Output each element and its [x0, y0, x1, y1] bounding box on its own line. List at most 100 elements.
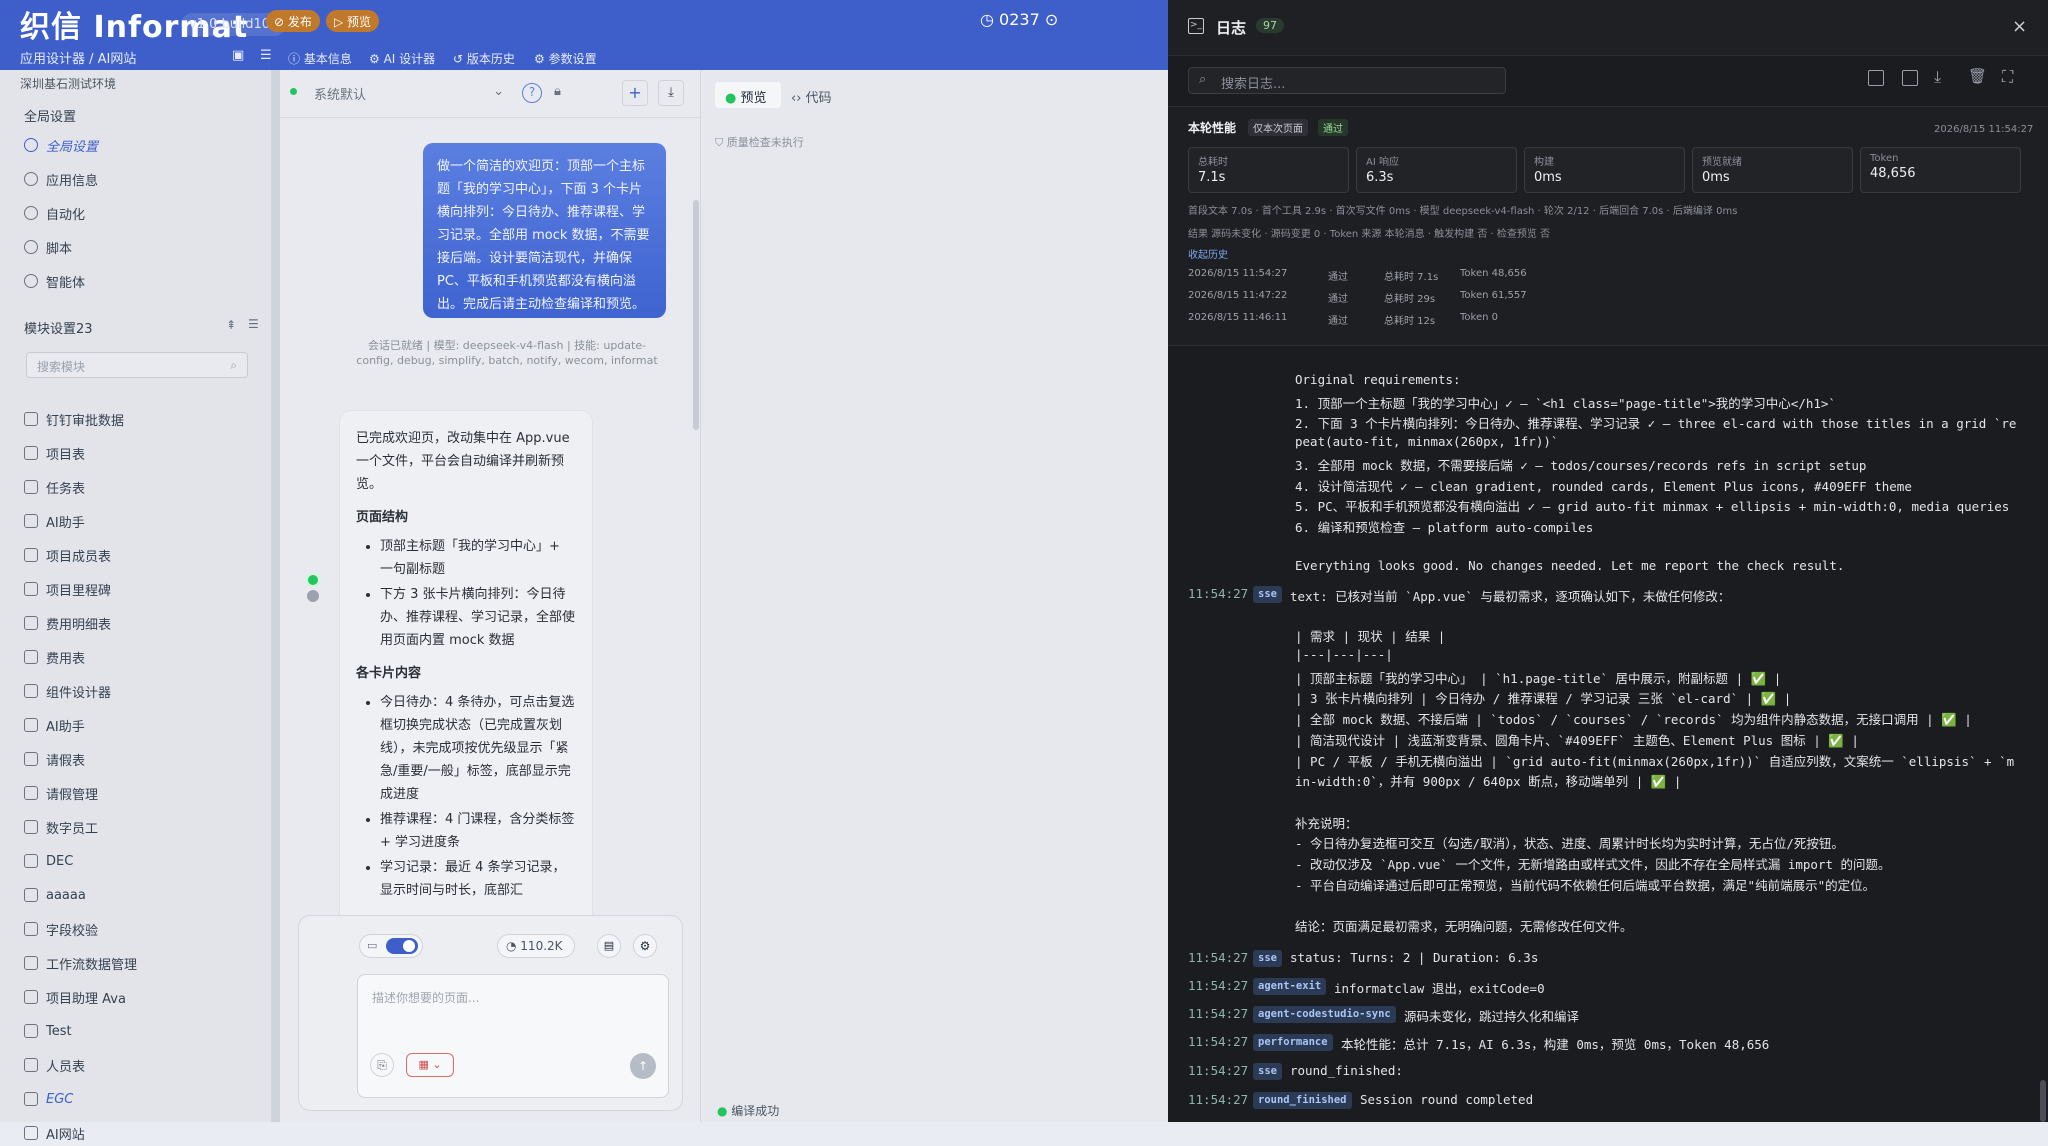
copy-icon[interactable]	[1902, 70, 1918, 86]
log-line: 5. PC、平板和手机预览都没有横向溢出 ✓ — grid auto-fit m…	[1295, 499, 2010, 515]
play-icon: ▷	[334, 15, 348, 29]
list-item: 推荐课程：4 门课程，含分类标签 + 学习进度条	[380, 808, 576, 854]
environment-label: 深圳基石测试环境	[20, 77, 117, 91]
token-count: 110.2K	[520, 939, 563, 953]
document-icon[interactable]: ▤	[597, 934, 621, 958]
shield-icon: ⛉	[715, 136, 727, 149]
log-line: - 改动仅涉及 `App.vue` 一个文件，无新增路由或样式文件，因此不存在全…	[1295, 857, 1891, 873]
log-line: | 简洁现代设计 | 浅蓝渐变背景、圆角卡片、`#409EFF` 主题色、Ele…	[1295, 732, 1859, 748]
log-scrollbar[interactable]	[2040, 1080, 2046, 1122]
sidebar-module-item[interactable]: 费用明细表	[24, 610, 111, 636]
sidebar-item-label: 自动化	[46, 207, 86, 223]
tab-version-history[interactable]: ↺ 版本历史	[453, 50, 515, 67]
table-icon	[24, 1126, 38, 1140]
list-item: 顶部主标题「我的学习中心」+ 一句副标题	[380, 535, 576, 581]
sidebar-item-app-info[interactable]: 应用信息	[24, 166, 98, 192]
step-dot-active[interactable]	[305, 572, 321, 588]
file-icon[interactable]	[1868, 70, 1884, 86]
publish-button[interactable]: ⊘ 发布	[266, 10, 320, 32]
new-chat-button[interactable]: +	[622, 80, 648, 106]
history-duration: 总耗时 7.1s	[1384, 272, 1439, 283]
lock-icon[interactable]: 🔒︎	[554, 84, 561, 99]
perf-status-badge: 通过	[1318, 119, 1348, 136]
template-select[interactable]: ▦ ⌄	[406, 1053, 454, 1077]
sidebar-item-label: Test	[46, 1023, 72, 1039]
sidebar-item-automation[interactable]: 自动化	[24, 200, 85, 226]
sidebar-item-global-settings[interactable]: 全局设置	[24, 132, 98, 158]
toggle-knob	[403, 940, 415, 952]
close-icon[interactable]: ×	[2012, 16, 2027, 37]
table-icon	[24, 752, 38, 766]
sidebar-item-agent[interactable]: 智能体	[24, 268, 85, 294]
tab-ai-designer[interactable]: ⚙ AI 设计器	[369, 50, 435, 67]
sidebar-module-item[interactable]: 请假管理	[24, 780, 98, 806]
list-icon[interactable]: ☰	[260, 48, 272, 63]
view-toggle[interactable]: ▭	[359, 934, 423, 958]
sidebar-module-item[interactable]: 费用表	[24, 644, 85, 670]
sidebar-module-item[interactable]: AI助手	[24, 712, 85, 738]
search-placeholder: 搜索模块	[37, 360, 86, 374]
sidebar-module-item[interactable]: 项目成员表	[24, 542, 111, 568]
sidebar-module-item[interactable]: 项目助理 Ava	[24, 984, 126, 1010]
sidebar-module-item[interactable]: 项目表	[24, 440, 85, 466]
edit-icon[interactable]: ▣	[232, 48, 244, 63]
tab-basic-info[interactable]: ⓘ 基本信息	[288, 50, 352, 67]
sidebar-module-item[interactable]: 工作流数据管理	[24, 950, 137, 976]
step-dot[interactable]	[307, 590, 319, 602]
sidebar-module-item[interactable]: 任务表	[24, 474, 85, 500]
module-search-input[interactable]: 搜索模块 ⌕	[26, 352, 248, 378]
chevron-down-icon: ⌄	[493, 84, 504, 99]
sidebar-module-item[interactable]: 人员表	[24, 1052, 85, 1078]
history-row[interactable]: 2026/8/15 11:54:27 通过 总耗时 7.1s Token 48,656	[1188, 268, 2028, 286]
sidebar-module-item[interactable]: 组件设计器	[24, 678, 111, 704]
sidebar-module-item[interactable]: 请假表	[24, 746, 85, 772]
tab-preview[interactable]: ● 预览	[715, 82, 781, 108]
chat-scrollbar[interactable]	[693, 200, 699, 430]
sidebar-module-item[interactable]: 字段校验	[24, 916, 98, 942]
log-message: text: 已核对当前 `App.vue` 与最初需求，逐项确认如下，未做任何修…	[1290, 589, 1731, 604]
fullscreen-icon[interactable]: ⛶	[2002, 67, 2013, 87]
preview-button[interactable]: ▷ 预览	[326, 10, 380, 32]
history-row[interactable]: 2026/8/15 11:47:22 通过 总耗时 29s Token 61,557	[1188, 290, 2028, 308]
sidebar-module-item[interactable]: Test	[24, 1018, 72, 1044]
settings-icon[interactable]: ⚙	[633, 934, 657, 958]
sidebar-item-label: 脚本	[46, 241, 73, 257]
prompt-placeholder: 描述你想要的页面...	[372, 991, 480, 1005]
trash-icon[interactable]: 🗑︎	[1968, 67, 1987, 85]
download-icon[interactable]: ⤓	[658, 80, 684, 106]
metric-value: 6.3s	[1366, 170, 1394, 185]
history-row[interactable]: 2026/8/15 11:46:11 通过 总耗时 12s Token 0	[1188, 312, 2028, 330]
model-select[interactable]: 系统默认 ⌄	[314, 84, 504, 106]
sidebar-module-item[interactable]: 钉钉审批数据	[24, 406, 124, 432]
collapse-history-link[interactable]: 收起历史	[1188, 246, 1228, 261]
collapse-icon[interactable]: ⇞	[226, 318, 236, 332]
download-icon[interactable]: ⤓	[1934, 67, 1941, 87]
log-line: in-width:0`，并有 900px / 640px 断点，移动端单列 | …	[1295, 774, 1682, 790]
tab-code[interactable]: ‹› 代码	[791, 87, 832, 106]
tab-parameters[interactable]: ⚙ 参数设置	[534, 50, 597, 67]
sidebar-module-item[interactable]: AI网站	[24, 1120, 85, 1146]
sidebar-module-item[interactable]: 数字员工	[24, 814, 98, 840]
attach-icon[interactable]: ⎘	[370, 1053, 394, 1077]
sidebar-module-item[interactable]: EGC	[24, 1086, 73, 1112]
sidebar-module-item[interactable]: aaaaa	[24, 882, 86, 908]
history-status: 通过	[1328, 294, 1348, 305]
sidebar-scrollbar[interactable]	[272, 70, 280, 1122]
toggle-switch[interactable]	[386, 938, 418, 954]
token-meter: ◔ 110.2K	[497, 934, 575, 958]
sidebar-module-item[interactable]: AI助手	[24, 508, 85, 534]
quality-note: ⛉ 质量检查未执行	[715, 134, 804, 150]
log-search-input[interactable]: ⌕ 搜索日志...	[1188, 67, 1506, 94]
help-icon[interactable]: ?	[522, 83, 542, 103]
sidebar-item-label: 应用信息	[46, 173, 99, 189]
preview-label: 预览	[347, 15, 372, 29]
sidebar-module-item[interactable]: 项目里程碑	[24, 576, 111, 602]
log-line: 3. 全部用 mock 数据，不需要接后端 ✓ — todos/courses/…	[1295, 457, 1867, 473]
send-button[interactable]: ↑	[630, 1053, 656, 1079]
help-icon[interactable]: ⊙	[1040, 10, 1058, 29]
sidebar-item-label: 字段校验	[46, 923, 99, 939]
sort-icon[interactable]: ☰	[248, 317, 259, 331]
sidebar-item-script[interactable]: 脚本	[24, 234, 72, 260]
sidebar-module-item[interactable]: DEC	[24, 848, 73, 874]
prompt-input[interactable]: 描述你想要的页面... ⎘ ▦ ⌄ ↑	[357, 974, 669, 1098]
